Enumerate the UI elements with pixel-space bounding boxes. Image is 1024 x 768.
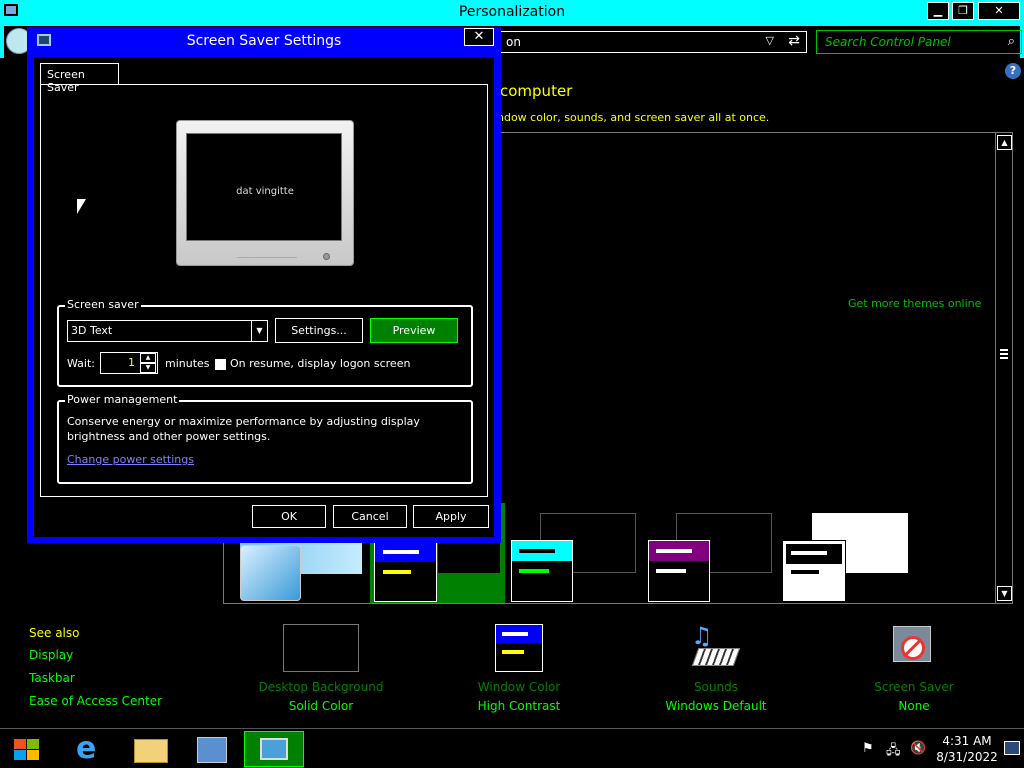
chevron-down-icon[interactable]: ▼ [251, 321, 267, 341]
desktop-background-item[interactable]: Desktop Background Solid Color [248, 624, 394, 713]
screen-saver-label: Screen Saver [874, 680, 954, 694]
see-also-heading: See also [29, 626, 80, 640]
scroll-up-icon[interactable]: ▲ [997, 135, 1012, 150]
sounds-label: Sounds [693, 680, 739, 694]
apply-button[interactable]: Apply [413, 505, 489, 528]
desktop-background-icon [283, 624, 359, 672]
taskbar-control-panel[interactable] [184, 731, 240, 767]
monitor-slot [237, 255, 297, 258]
close-icon: ✕ [994, 4, 1004, 17]
minutes-label: minutes [165, 357, 210, 370]
sounds-icon: ♫ [691, 624, 741, 672]
get-more-themes-link[interactable]: Get more themes online [848, 297, 981, 310]
desktop-background-value: Solid Color [288, 699, 354, 713]
minimize-button[interactable]: ▁ [927, 2, 949, 20]
taskbar-personalization-active[interactable] [244, 731, 304, 767]
desktop: Personalization ▁ ❐ ✕ on ▽ ⇄ Search Cont… [0, 0, 1024, 768]
dialog-title: Screen Saver Settings [186, 33, 342, 49]
restore-icon: ❐ [958, 4, 968, 17]
preview-button[interactable]: Preview [370, 318, 458, 343]
screen-saver-group-label: Screen saver [65, 298, 141, 311]
mouse-cursor-icon [77, 199, 86, 214]
power-description-line-2: brightness and other power settings. [67, 430, 271, 443]
search-input[interactable]: Search Control Panel ⌕ [816, 30, 1022, 54]
change-power-settings-link[interactable]: Change power settings [67, 453, 194, 466]
power-management-group-label: Power management [65, 393, 180, 406]
logon-screen-checkbox[interactable] [215, 359, 226, 370]
personalization-icon [260, 738, 288, 760]
screen-saver-item[interactable]: Screen Saver None [844, 624, 984, 713]
network-icon[interactable]: 🖧 [886, 741, 901, 763]
clock-date: 8/31/2022 [936, 750, 998, 764]
search-icon[interactable]: ⌕ [1008, 34, 1015, 49]
sidebar-item-taskbar[interactable]: Taskbar [29, 671, 75, 685]
wait-label: Wait: [67, 357, 95, 370]
folder-icon [134, 739, 168, 763]
breadcrumb[interactable]: on ▽ ⇄ [497, 31, 807, 53]
window-color-icon [495, 624, 543, 672]
taskbar: e ⚑ 🖧 🔇 [0, 728, 1024, 768]
search-placeholder: Search Control Panel [825, 35, 951, 49]
window-title: Personalization [458, 4, 566, 20]
wait-stepper[interactable]: 1 ▲ ▼ [100, 352, 158, 374]
breadcrumb-text: on [506, 35, 521, 49]
ok-button[interactable]: OK [252, 505, 326, 528]
screen-saver-icon [889, 624, 939, 672]
help-icon[interactable]: ? [1005, 63, 1021, 79]
window-color-item[interactable]: Window Color High Contrast [448, 624, 590, 713]
theme-hc-front [374, 541, 437, 602]
theme-hc2-front [648, 540, 710, 602]
sidebar: See also Display Taskbar Ease of Access … [0, 604, 200, 728]
close-icon: ✕ [473, 29, 485, 44]
minimize-icon: ▁ [933, 4, 943, 17]
control-panel-icon [197, 737, 227, 763]
page-subtitle: ndow color, sounds, and screen saver all… [497, 111, 770, 124]
tab-screen-saver[interactable]: Screen Saver [40, 63, 119, 94]
power-description-line-1: Conserve energy or maximize performance … [67, 415, 420, 428]
screen-saver-select-value: 3D Text [71, 324, 113, 337]
theme-hcw-front [782, 540, 846, 602]
sounds-item[interactable]: ♫ Sounds Windows Default [646, 624, 786, 713]
stepper-down-icon[interactable]: ▼ [140, 363, 156, 373]
preview-screen: dat vingitte [186, 133, 342, 241]
sidebar-item-display[interactable]: Display [29, 648, 73, 662]
scroll-down-icon[interactable]: ▼ [997, 586, 1012, 601]
close-button[interactable]: ✕ [978, 2, 1020, 20]
volume-muted-icon[interactable]: 🔇 [910, 741, 926, 756]
page-title: computer [500, 82, 573, 100]
taskbar-internet-explorer[interactable]: e [64, 731, 120, 767]
stepper-up-icon[interactable]: ▲ [140, 353, 156, 363]
monitor-power-led [323, 253, 330, 260]
screen-saver-select[interactable]: 3D Text ▼ [67, 320, 268, 342]
taskbar-clock[interactable]: 4:31 AM 8/31/2022 [935, 733, 999, 765]
start-button[interactable] [0, 731, 56, 767]
theme-aero-front [240, 545, 301, 601]
chevron-down-icon[interactable]: ▽ [766, 34, 774, 47]
cancel-button[interactable]: Cancel [333, 505, 407, 528]
window-color-value: High Contrast [477, 699, 561, 713]
screen-saver-value: None [898, 699, 930, 713]
action-center-flag-icon[interactable]: ⚑ [862, 741, 874, 756]
clock-time: 4:31 AM [942, 734, 992, 748]
themes-scrollbar[interactable]: ▲ ▼ [995, 133, 1013, 603]
taskbar-file-explorer[interactable] [124, 731, 180, 767]
window-titlebar[interactable]: Personalization ▁ ❐ ✕ [0, 0, 1024, 26]
scroll-thumb[interactable] [1000, 349, 1008, 359]
dialog-close-button[interactable]: ✕ [464, 28, 494, 46]
desktop-background-label: Desktop Background [258, 680, 384, 694]
sounds-value: Windows Default [665, 699, 767, 713]
window-color-label: Window Color [477, 680, 561, 694]
internet-explorer-icon: e [76, 731, 97, 766]
preview-text: dat vingitte [236, 186, 294, 197]
windows-logo-icon [14, 739, 40, 761]
sidebar-item-ease-of-access[interactable]: Ease of Access Center [29, 694, 162, 708]
wait-value: 1 [128, 356, 135, 369]
settings-button[interactable]: Settings... [275, 318, 363, 343]
refresh-icon[interactable]: ⇄ [788, 33, 800, 49]
theme-hc1-front [511, 540, 573, 602]
restore-button[interactable]: ❐ [952, 2, 974, 20]
logon-screen-label: On resume, display logon screen [230, 357, 411, 370]
screen-saver-preview-monitor: dat vingitte [176, 120, 354, 266]
show-desktop-icon[interactable] [1004, 741, 1020, 755]
